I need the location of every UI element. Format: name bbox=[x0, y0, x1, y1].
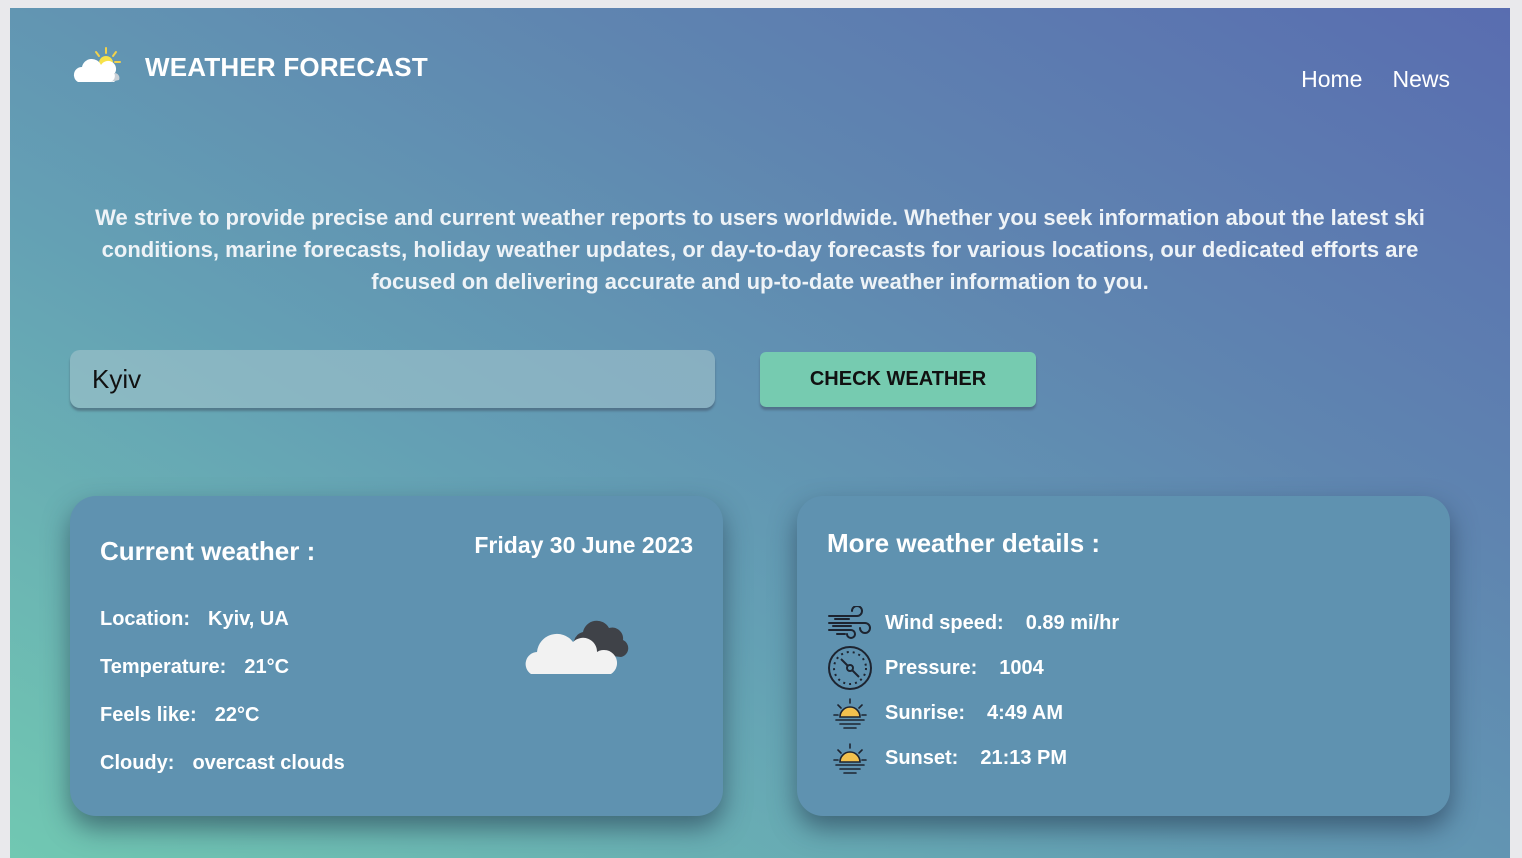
current-weather-card: Current weather : Friday 30 June 2023 Lo… bbox=[70, 496, 723, 816]
feels-like-row: Feels like: 22°C bbox=[100, 704, 259, 727]
location-label: Location: bbox=[100, 608, 190, 630]
temperature-value: 21°C bbox=[244, 656, 290, 678]
sunset-icon bbox=[827, 735, 873, 781]
current-weather-title: Current weather : bbox=[100, 536, 316, 566]
temperature-label: Temperature: bbox=[100, 656, 227, 678]
cloudy-row: Cloudy: overcast clouds bbox=[100, 752, 345, 775]
city-search-input[interactable] bbox=[70, 350, 715, 408]
cloudy-label: Cloudy: bbox=[100, 752, 175, 774]
page: WEATHER FORECAST Home News We strive to … bbox=[10, 8, 1510, 858]
intro-text: We strive to provide precise and current… bbox=[95, 205, 1425, 294]
pressure-value: 1004 bbox=[999, 656, 1044, 679]
wind-speed-row: Wind speed: 0.89 mi/hr bbox=[827, 600, 1119, 646]
sunrise-label: Sunrise: bbox=[885, 701, 966, 724]
pressure-row: Pressure: 1004 bbox=[827, 645, 1044, 691]
cloudy-value: overcast clouds bbox=[192, 752, 345, 774]
overcast-clouds-icon bbox=[525, 620, 629, 674]
wind-speed-label: Wind speed: bbox=[885, 611, 1004, 634]
pressure-label: Pressure: bbox=[885, 656, 978, 679]
sunset-label: Sunset: bbox=[885, 746, 959, 769]
feels-like-value: 22°C bbox=[214, 704, 260, 726]
sunset-row: Sunset: 21:13 PM bbox=[827, 735, 1067, 781]
location-row: Location: Kyiv, UA bbox=[100, 608, 289, 631]
temperature-row: Temperature: 21°C bbox=[100, 656, 289, 679]
sunset-value: 21:13 PM bbox=[980, 746, 1068, 769]
compass-icon bbox=[827, 645, 873, 691]
details-title: More weather details : bbox=[827, 528, 1101, 558]
feels-like-label: Feels like: bbox=[100, 704, 197, 726]
weather-details-card: More weather details : Wind speed: 0.89 … bbox=[797, 496, 1450, 816]
sunrise-row: Sunrise: 4:49 AM bbox=[827, 690, 1063, 736]
nav-home-link[interactable]: Home bbox=[1301, 66, 1362, 93]
location-value: Kyiv, UA bbox=[208, 608, 289, 630]
sun-cloud-icon bbox=[73, 47, 121, 82]
wind-speed-value: 0.89 mi/hr bbox=[1025, 611, 1120, 634]
current-date: Friday 30 June 2023 bbox=[474, 532, 693, 558]
sunrise-icon bbox=[827, 690, 873, 736]
brand-title: WEATHER FORECAST bbox=[145, 52, 428, 82]
nav-news-link[interactable]: News bbox=[1392, 66, 1450, 93]
main-nav: Home News bbox=[1301, 66, 1450, 93]
wind-icon bbox=[827, 600, 873, 646]
sunrise-value: 4:49 AM bbox=[987, 701, 1063, 724]
check-weather-button[interactable]: CHECK WEATHER bbox=[760, 352, 1036, 407]
